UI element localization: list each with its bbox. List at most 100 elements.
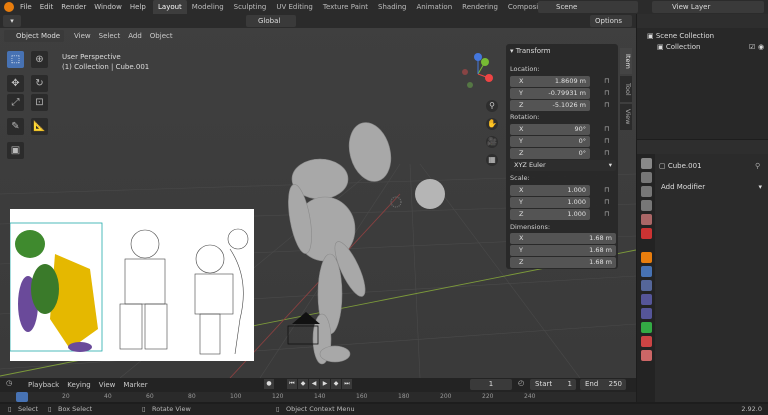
dimensions-x-field[interactable]: X 1.68 m: [510, 233, 616, 244]
tab-modeling[interactable]: Modeling: [187, 0, 229, 14]
tab-rendering[interactable]: Rendering: [457, 0, 503, 14]
annotate-tool[interactable]: ✎: [7, 118, 24, 135]
play-reverse-icon[interactable]: ◀: [309, 379, 319, 389]
next-key-icon[interactable]: ◆: [331, 379, 341, 389]
menu-keying[interactable]: Keying: [63, 378, 95, 392]
end-frame-field[interactable]: End 250: [580, 379, 626, 390]
output-tab-icon[interactable]: [641, 186, 652, 197]
rotation-z-field[interactable]: Z 0°: [510, 148, 590, 159]
navigation-gizmo[interactable]: [458, 52, 498, 92]
location-y-field[interactable]: Y -0.79931 m: [510, 88, 590, 99]
tab-item[interactable]: Item: [620, 48, 632, 74]
lock-icon[interactable]: ⊓: [604, 126, 612, 133]
rotate-tool[interactable]: ↻: [31, 75, 48, 92]
lock-icon[interactable]: ⊓: [604, 187, 612, 194]
tab-sculpting[interactable]: Sculpting: [229, 0, 272, 14]
add-modifier-dropdown[interactable]: Add Modifier ▾: [657, 181, 765, 193]
tab-tool[interactable]: Tool: [620, 76, 632, 102]
blender-logo-icon[interactable]: [4, 2, 14, 12]
view-layer-tab-icon[interactable]: [641, 200, 652, 211]
location-x-field[interactable]: X 1.8609 m: [510, 76, 590, 87]
perspective-toggle-icon[interactable]: ▦: [486, 154, 498, 166]
menu-add[interactable]: Add: [124, 29, 146, 43]
menu-object[interactable]: Object: [146, 29, 177, 43]
object-tab-icon[interactable]: [641, 252, 652, 263]
render-tab-icon[interactable]: [641, 172, 652, 183]
menu-file[interactable]: File: [16, 0, 36, 14]
lock-icon[interactable]: ⊓: [604, 138, 612, 145]
orientation-dropdown[interactable]: Global: [246, 15, 296, 27]
tab-layout[interactable]: Layout: [153, 0, 187, 14]
view-layer-selector[interactable]: View Layer: [652, 1, 764, 13]
menu-edit[interactable]: Edit: [36, 0, 58, 14]
add-cube-tool[interactable]: ▣: [7, 142, 24, 159]
lock-icon[interactable]: ⊓: [604, 211, 612, 218]
3d-viewport[interactable]: ▾ Global Options Object Mode View Select A…: [0, 14, 636, 378]
rotation-x-field[interactable]: X 90°: [510, 124, 590, 135]
transform-tool[interactable]: ⊡: [31, 94, 48, 111]
options-dropdown[interactable]: Options: [590, 15, 632, 27]
transform-header[interactable]: ▾ Transform: [510, 47, 551, 55]
tab-texture-paint[interactable]: Texture Paint: [318, 0, 373, 14]
tab-shading[interactable]: Shading: [373, 0, 411, 14]
menu-view[interactable]: View: [70, 29, 95, 43]
object-name-row[interactable]: ▢ Cube.001: [659, 162, 702, 170]
tab-animation[interactable]: Animation: [411, 0, 457, 14]
data-tab-icon[interactable]: [641, 322, 652, 333]
lock-icon[interactable]: ⊓: [604, 78, 612, 85]
dimensions-z-field[interactable]: Z 1.68 m: [510, 257, 616, 268]
cursor-tool[interactable]: ⊕: [31, 51, 48, 68]
eye-icon[interactable]: ◉: [758, 43, 764, 51]
camera-view-icon[interactable]: 🎥: [486, 136, 498, 148]
tab-view[interactable]: View: [620, 104, 632, 130]
zoom-icon[interactable]: ⚲: [486, 100, 498, 112]
measure-tool[interactable]: 📐: [31, 118, 48, 135]
move-tool[interactable]: ✥: [7, 75, 24, 92]
menu-playback[interactable]: Playback: [24, 378, 63, 392]
timeline-ruler[interactable]: 0 20 40 60 80 100 120 140 160 180 200 22…: [0, 392, 636, 402]
scene-collection-row[interactable]: ▣ Scene Collection: [647, 32, 714, 40]
world-tab-icon[interactable]: [641, 228, 652, 239]
lock-icon[interactable]: ⊓: [604, 199, 612, 206]
collection-row[interactable]: ▣ Collection: [657, 43, 700, 51]
jump-start-icon[interactable]: ⏮: [287, 379, 297, 389]
lock-icon[interactable]: ⊓: [604, 102, 612, 109]
rotation-y-field[interactable]: Y 0°: [510, 136, 590, 147]
scene-tab-icon[interactable]: [641, 214, 652, 225]
texture-tab-icon[interactable]: [641, 350, 652, 361]
menu-select[interactable]: Select: [95, 29, 125, 43]
menu-help[interactable]: Help: [126, 0, 150, 14]
physics-tab-icon[interactable]: [641, 294, 652, 305]
rotation-mode-dropdown[interactable]: XYZ Euler ▾: [510, 160, 616, 171]
lock-icon[interactable]: ⊓: [604, 90, 612, 97]
mode-dropdown[interactable]: Object Mode: [4, 30, 64, 42]
modifier-tab-icon[interactable]: [641, 266, 652, 277]
editor-type-button[interactable]: ▾: [3, 15, 21, 27]
particles-tab-icon[interactable]: [641, 280, 652, 291]
scale-tool[interactable]: ⤢: [7, 94, 24, 111]
menu-window[interactable]: Window: [90, 0, 126, 14]
stopwatch-icon[interactable]: ◴: [518, 379, 524, 387]
clock-icon[interactable]: ◷: [6, 379, 12, 387]
jump-end-icon[interactable]: ⏭: [342, 379, 352, 389]
checkbox-icon[interactable]: ☑: [749, 43, 755, 51]
play-icon[interactable]: ▶: [320, 379, 330, 389]
start-frame-field[interactable]: Start 1: [530, 379, 576, 390]
scale-x-field[interactable]: X 1.000: [510, 185, 590, 196]
location-z-field[interactable]: Z -5.1026 m: [510, 100, 590, 111]
material-tab-icon[interactable]: [641, 336, 652, 347]
scale-z-field[interactable]: Z 1.000: [510, 209, 590, 220]
record-icon[interactable]: ●: [264, 379, 274, 389]
pin-icon[interactable]: ⚲: [755, 162, 760, 170]
scale-y-field[interactable]: Y 1.000: [510, 197, 590, 208]
tool-tab-icon[interactable]: [641, 158, 652, 169]
menu-view[interactable]: View: [95, 378, 120, 392]
tab-uv-editing[interactable]: UV Editing: [271, 0, 318, 14]
select-tool[interactable]: ⬚: [7, 51, 24, 68]
menu-marker[interactable]: Marker: [119, 378, 151, 392]
pan-hand-icon[interactable]: ✋: [486, 118, 498, 130]
constraints-tab-icon[interactable]: [641, 308, 652, 319]
prev-key-icon[interactable]: ◆: [298, 379, 308, 389]
menu-render[interactable]: Render: [57, 0, 90, 14]
current-frame-field[interactable]: 1: [470, 379, 512, 390]
